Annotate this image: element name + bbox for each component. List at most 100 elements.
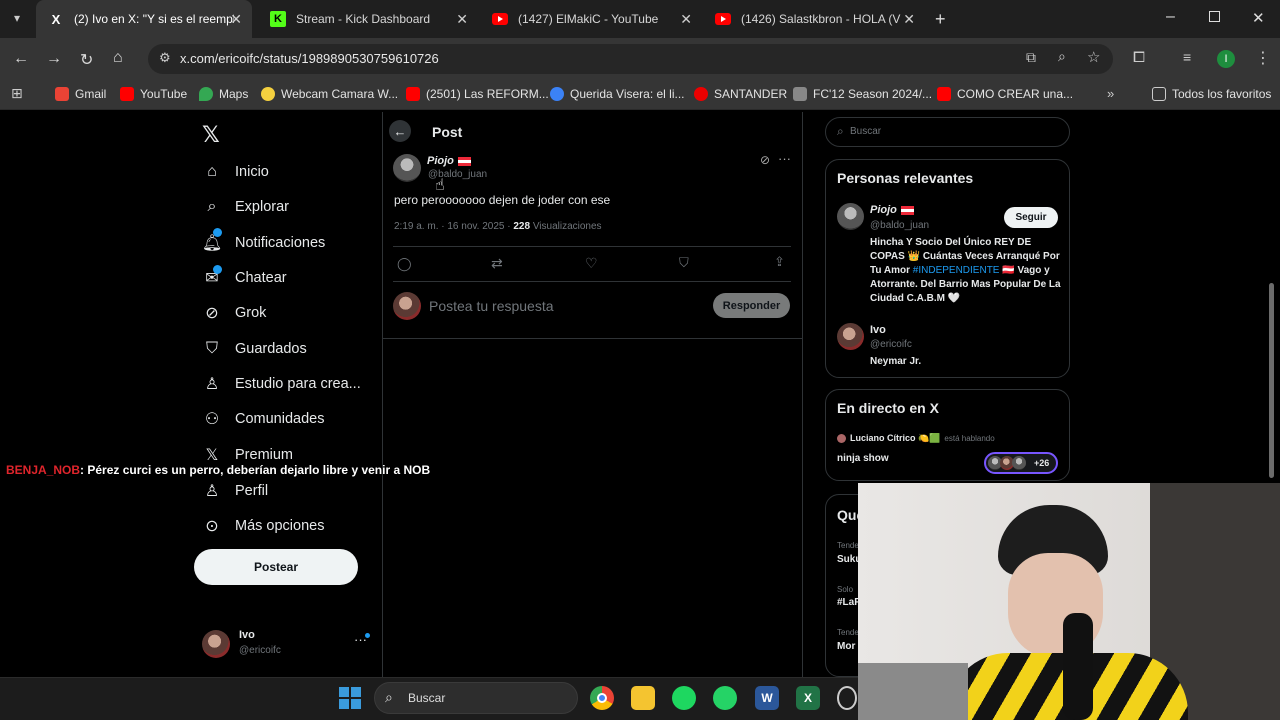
nav-mas-opciones[interactable]: ⊙ Más opciones xyxy=(202,516,324,536)
home-icon[interactable]: ⌂ xyxy=(113,49,123,67)
new-tab-button[interactable]: + xyxy=(935,9,946,30)
account-switcher[interactable]: Ivo @ericoifc ··· xyxy=(202,628,372,660)
nav-estudio[interactable]: ♙ Estudio para crea... xyxy=(202,374,361,394)
bookmark-icon[interactable]: ⛉ xyxy=(679,255,689,271)
avatar[interactable] xyxy=(837,203,864,230)
install-app-icon[interactable]: ⧉ xyxy=(1026,49,1036,66)
reply-icon[interactable]: ◯ xyxy=(397,256,412,272)
tab-x-post[interactable]: X (2) Ivo en X: "Y si es el reemplazo ✕ xyxy=(36,0,252,38)
zoom-icon[interactable]: ⌕ xyxy=(1058,48,1066,65)
scrollbar[interactable] xyxy=(1269,283,1274,478)
post-button[interactable]: Postear xyxy=(194,549,358,585)
grok-icon[interactable]: ⊘ xyxy=(760,153,770,167)
back-button[interactable]: ← xyxy=(389,120,411,142)
close-tab-icon[interactable]: ✕ xyxy=(456,11,468,28)
search-input[interactable]: ⌕ Buscar xyxy=(825,117,1070,147)
tab-youtube-elmakic[interactable]: (1427) ElMakiC - YouTube ✕ xyxy=(480,0,702,38)
star-icon[interactable]: ☆ xyxy=(1087,48,1100,66)
bookmark-visera[interactable]: Querida Visera: el li... xyxy=(550,87,685,101)
profile-avatar[interactable]: I xyxy=(1217,50,1235,68)
nav-premium[interactable]: 𝕏 Premium xyxy=(202,445,293,465)
site-info-icon[interactable]: ⚙ xyxy=(159,50,171,66)
notification-dot xyxy=(365,633,370,638)
taskbar-search-label: Buscar xyxy=(408,691,446,705)
nav-grok[interactable]: ⊘ Grok xyxy=(202,303,266,323)
nav-perfil[interactable]: ♙ Perfil xyxy=(202,481,268,501)
bookmark-gmail[interactable]: Gmail xyxy=(55,87,106,101)
close-window-button[interactable]: ✕ xyxy=(1252,9,1265,27)
whatsapp-icon[interactable] xyxy=(713,686,737,710)
site-icon xyxy=(550,87,564,101)
nav-label: Grok xyxy=(235,305,267,321)
bookmark-reform[interactable]: (2501) Las REFORM... xyxy=(406,87,549,101)
taskbar-search[interactable]: ⌕ Buscar xyxy=(374,682,578,714)
user-name[interactable]: Ivo xyxy=(870,324,886,336)
close-tab-icon[interactable]: ✕ xyxy=(230,11,242,28)
chrome-icon[interactable] xyxy=(590,686,614,710)
trend-name[interactable]: Mor xyxy=(837,641,855,652)
x-favicon-icon: X xyxy=(51,11,61,27)
app-icon[interactable] xyxy=(837,686,857,710)
nav-notificaciones[interactable]: 🔔︎ Notificaciones xyxy=(202,233,325,253)
views-count: 228 xyxy=(513,221,531,232)
user-name[interactable]: Piojo xyxy=(870,204,914,216)
apps-icon[interactable]: ⊞ xyxy=(11,85,23,102)
bookmark-youtube[interactable]: YouTube xyxy=(120,87,187,101)
media-control-icon[interactable]: ≡ xyxy=(1183,49,1191,65)
repost-icon[interactable]: ⇄ xyxy=(491,255,503,272)
tweet-author[interactable]: Piojo xyxy=(427,155,471,167)
extensions-icon[interactable]: ⧠ xyxy=(1133,49,1145,66)
bookmark-label: Querida Visera: el li... xyxy=(570,87,685,101)
excel-icon[interactable]: X xyxy=(796,686,820,710)
tweet-time[interactable]: 2:19 a. m. · 16 nov. 2025 · xyxy=(394,221,511,232)
listeners-pill[interactable]: +26 xyxy=(984,452,1058,474)
search-icon: ⌕ xyxy=(207,198,217,215)
address-bar[interactable]: ⚙ x.com/ericoifc/status/1989890530759610… xyxy=(148,44,1113,74)
bookmark-maps[interactable]: Maps xyxy=(199,87,248,101)
bookmark-label: Todos los favoritos xyxy=(1172,87,1272,101)
browser-menu-icon[interactable]: ⋮ xyxy=(1255,48,1271,68)
word-icon[interactable]: W xyxy=(755,686,779,710)
maximize-button[interactable] xyxy=(1209,11,1220,22)
x-logo-icon[interactable]: 𝕏 xyxy=(202,122,220,148)
file-explorer-icon[interactable] xyxy=(631,686,655,710)
avatar[interactable] xyxy=(837,323,864,350)
tab-search-chevron-icon[interactable]: ▾ xyxy=(14,11,20,25)
minimize-button[interactable]: – xyxy=(1166,8,1175,26)
bookmark-crear[interactable]: COMO CREAR una... xyxy=(937,87,1073,101)
stream-chat-message: BENJA_NOB: Pérez curci es un perro, debe… xyxy=(6,463,430,477)
all-bookmarks[interactable]: Todos los favoritos xyxy=(1152,87,1271,101)
tab-label: (1426) Salastkbron - HOLA (Vid xyxy=(741,12,901,26)
reply-button[interactable]: Responder xyxy=(713,293,790,318)
reload-icon[interactable]: ↻ xyxy=(80,50,93,70)
close-tab-icon[interactable]: ✕ xyxy=(680,11,692,28)
bookmark-santander[interactable]: SANTANDER xyxy=(694,87,787,101)
tab-kick-dashboard[interactable]: K Stream - Kick Dashboard ✕ xyxy=(258,0,478,38)
nav-comunidades[interactable]: ⚇ Comunidades xyxy=(202,409,325,429)
avatar[interactable] xyxy=(393,154,421,182)
listener-count: +26 xyxy=(1034,458,1050,468)
bookmark-webcam[interactable]: Webcam Camara W... xyxy=(261,87,398,101)
user-handle[interactable]: @baldo_juan xyxy=(870,220,929,231)
close-tab-icon[interactable]: ✕ xyxy=(903,11,915,28)
nav-guardados[interactable]: ⛉ Guardados xyxy=(202,339,307,359)
reply-input[interactable]: Postea tu respuesta xyxy=(429,298,554,314)
nav-explorar[interactable]: ⌕ Explorar xyxy=(202,197,289,217)
more-bookmarks-icon[interactable]: » xyxy=(1107,86,1114,101)
santander-icon xyxy=(694,87,708,101)
more-icon[interactable]: ··· xyxy=(778,151,791,166)
windows-start-icon[interactable] xyxy=(339,687,361,709)
bookmark-label: Gmail xyxy=(75,87,107,101)
follow-button[interactable]: Seguir xyxy=(1004,207,1058,228)
like-icon[interactable]: ♡ xyxy=(585,255,598,272)
spotify-icon[interactable] xyxy=(672,686,696,710)
tab-youtube-salastkbron[interactable]: (1426) Salastkbron - HOLA (Vid ✕ xyxy=(703,0,925,38)
hashtag-link[interactable]: #INDEPENDIENTE xyxy=(913,265,1000,276)
back-icon[interactable]: ← xyxy=(13,50,29,68)
bookmark-fc12[interactable]: FC'12 Season 2024/... xyxy=(793,87,932,101)
forward-icon[interactable]: → xyxy=(46,50,62,68)
chat-username: BENJA_NOB xyxy=(6,463,81,477)
nav-inicio[interactable]: ⌂ Inicio xyxy=(202,162,269,182)
user-handle[interactable]: @ericoifc xyxy=(870,339,912,350)
share-icon[interactable]: ⇪ xyxy=(774,254,785,270)
